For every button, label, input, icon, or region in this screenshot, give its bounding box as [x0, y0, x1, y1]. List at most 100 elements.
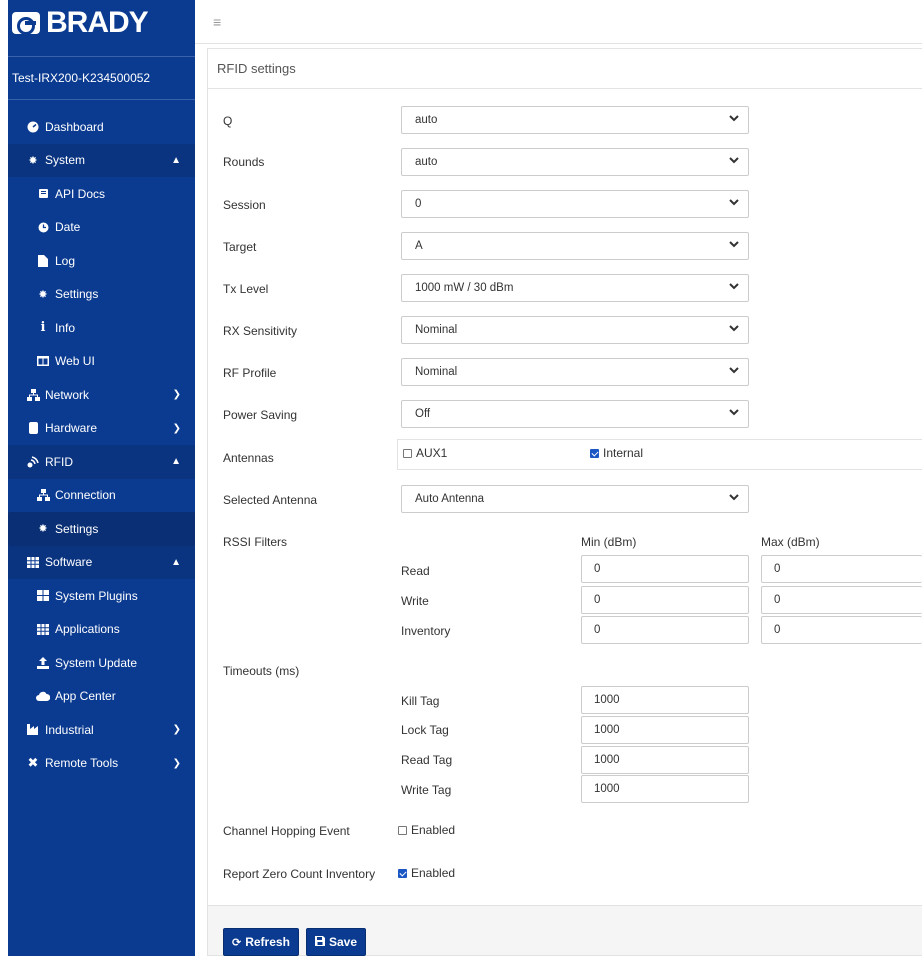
rssi-inventory-max-input[interactable]: 0: [761, 616, 922, 644]
sidebar-item-software[interactable]: Software ▲: [8, 545, 195, 579]
sidebar-item-network[interactable]: Network ❯: [8, 378, 195, 412]
refresh-icon: ⟳: [232, 936, 242, 949]
timeout-write-tag-input[interactable]: 1000: [581, 775, 749, 803]
internal-checkbox[interactable]: [590, 448, 599, 458]
brady-logo-icon: [12, 12, 40, 35]
sidebar-item-label: Log: [55, 253, 76, 268]
sidebar-item-label: Settings: [55, 521, 99, 536]
sidebar-item-dashboard[interactable]: Dashboard: [8, 110, 195, 144]
chevron-down-icon: [729, 199, 739, 206]
sidebar-item-label: RFID: [45, 454, 73, 469]
industry-icon: [26, 724, 40, 736]
chevron-right-icon: ❯: [172, 389, 181, 401]
rx-sensitivity-label: RX Sensitivity: [223, 324, 298, 338]
power-saving-select[interactable]: Off: [401, 400, 749, 428]
rx-sensitivity-select[interactable]: Nominal: [401, 316, 749, 344]
rssi-read-min-input[interactable]: 0: [581, 555, 749, 583]
sidebar-item-api-docs[interactable]: API Docs: [8, 177, 195, 211]
sidebar-item-info[interactable]: i Info: [8, 311, 195, 345]
chevron-down-icon: [729, 283, 739, 290]
channel-hopping-label: Channel Hopping Event: [223, 824, 350, 838]
upload-icon: [36, 656, 50, 669]
sidebar-item-date[interactable]: Date: [8, 211, 195, 245]
clock-icon: [36, 222, 50, 233]
chevron-up-icon: ▲: [171, 456, 181, 468]
sidebar-item-connection[interactable]: Connection: [8, 479, 195, 513]
sidebar-item-label: Hardware: [45, 421, 98, 436]
sidebar-item-industrial[interactable]: Industrial ❯: [8, 713, 195, 747]
rssi-write-min-input[interactable]: 0: [581, 586, 749, 614]
rssi-inventory-min-input[interactable]: 0: [581, 616, 749, 644]
rf-profile-label: RF Profile: [223, 366, 277, 380]
hamburger-menu-icon[interactable]: ≡: [213, 14, 221, 30]
channel-hopping-checkbox[interactable]: [398, 825, 407, 835]
sidebar-item-label: Settings: [55, 287, 99, 302]
sidebar-item-label: Remote Tools: [45, 756, 119, 771]
hdd-icon: [26, 422, 40, 435]
save-button[interactable]: Save: [306, 928, 367, 956]
sidebar-item-label: Industrial: [45, 722, 94, 737]
report-zero-count-checkbox[interactable]: [398, 868, 407, 878]
chevron-down-icon: [729, 157, 739, 164]
rssi-read-label: Read: [401, 564, 430, 578]
timeout-read-tag-input[interactable]: 1000: [581, 746, 749, 774]
target-select[interactable]: A: [401, 232, 749, 260]
rf-profile-select-value: Nominal: [415, 366, 458, 378]
refresh-button[interactable]: ⟳ Refresh: [223, 928, 299, 956]
sidebar-item-system[interactable]: ✸ System ▲: [8, 143, 195, 177]
timeout-write-tag-label: Write Tag: [401, 783, 452, 797]
chevron-down-icon: [729, 409, 739, 416]
top-bar: ≡: [195, 0, 922, 44]
chevron-up-icon: ▲: [171, 154, 181, 166]
antennas-label: Antennas: [223, 451, 274, 465]
sidebar-item-hardware[interactable]: Hardware ❯: [8, 412, 195, 446]
aux1-checkbox[interactable]: [403, 448, 412, 458]
internal-label: Internal: [603, 446, 644, 460]
floppy-disk-icon: [315, 935, 325, 949]
sidebar-item-system-update[interactable]: System Update: [8, 646, 195, 680]
antenna-aux1-option[interactable]: AUX1: [403, 446, 447, 460]
sidebar-item-label: Info: [55, 320, 76, 335]
sidebar-item-remote-tools[interactable]: ✖ Remote Tools ❯: [8, 747, 195, 781]
chevron-right-icon: ❯: [172, 724, 181, 736]
chevron-up-icon: ▲: [171, 556, 181, 568]
sidebar-item-applications[interactable]: Applications: [8, 613, 195, 647]
sidebar-nav: Dashboard ✸ System ▲ API Docs Date Log ✸…: [8, 110, 195, 780]
timeout-lock-tag-input[interactable]: 1000: [581, 716, 749, 744]
target-label: Target: [223, 240, 257, 254]
timeout-kill-tag-label: Kill Tag: [401, 694, 440, 708]
session-label: Session: [223, 198, 266, 212]
selected-antenna-select[interactable]: Auto Antenna: [401, 485, 749, 513]
sidebar-item-log[interactable]: Log: [8, 244, 195, 278]
sidebar-item-label: Connection: [55, 488, 116, 503]
sidebar-item-web-ui[interactable]: Web UI: [8, 345, 195, 379]
selected-antenna-label: Selected Antenna: [223, 493, 318, 507]
chevron-down-icon: [729, 325, 739, 332]
session-select[interactable]: 0: [401, 190, 749, 218]
antenna-internal-option[interactable]: Internal: [590, 446, 643, 460]
report-zero-count-option[interactable]: Enabled: [398, 866, 455, 880]
timeout-kill-tag-input[interactable]: 1000: [581, 686, 749, 714]
grid-icon: [26, 556, 40, 568]
channel-hopping-enabled-label: Enabled: [411, 823, 456, 837]
rssi-read-max-input[interactable]: 0: [761, 555, 922, 583]
refresh-button-label: Refresh: [245, 935, 290, 949]
brand-logo-text: BRADY: [46, 6, 149, 39]
sidebar-item-system-plugins[interactable]: System Plugins: [8, 579, 195, 613]
sidebar-item-rfid-settings[interactable]: ✸ Settings: [8, 512, 195, 546]
sidebar-item-settings[interactable]: ✸ Settings: [8, 278, 195, 312]
rssi-write-max-input[interactable]: 0: [761, 586, 922, 614]
sidebar-item-app-center[interactable]: App Center: [8, 680, 195, 714]
session-select-value: 0: [415, 198, 422, 210]
antennas-group: [397, 439, 922, 470]
channel-hopping-option[interactable]: Enabled: [398, 823, 455, 837]
rf-profile-select[interactable]: Nominal: [401, 358, 749, 386]
brand-logo[interactable]: BRADY: [8, 0, 195, 46]
rounds-select[interactable]: auto: [401, 148, 749, 176]
rounds-select-value: auto: [415, 156, 438, 168]
tx-level-select[interactable]: 1000 mW / 30 dBm: [401, 274, 749, 302]
q-select[interactable]: auto: [401, 106, 749, 134]
sidebar-item-rfid[interactable]: RFID ▲: [8, 445, 195, 479]
gear-icon: ✸: [38, 523, 48, 536]
cloud-icon: [36, 691, 50, 702]
